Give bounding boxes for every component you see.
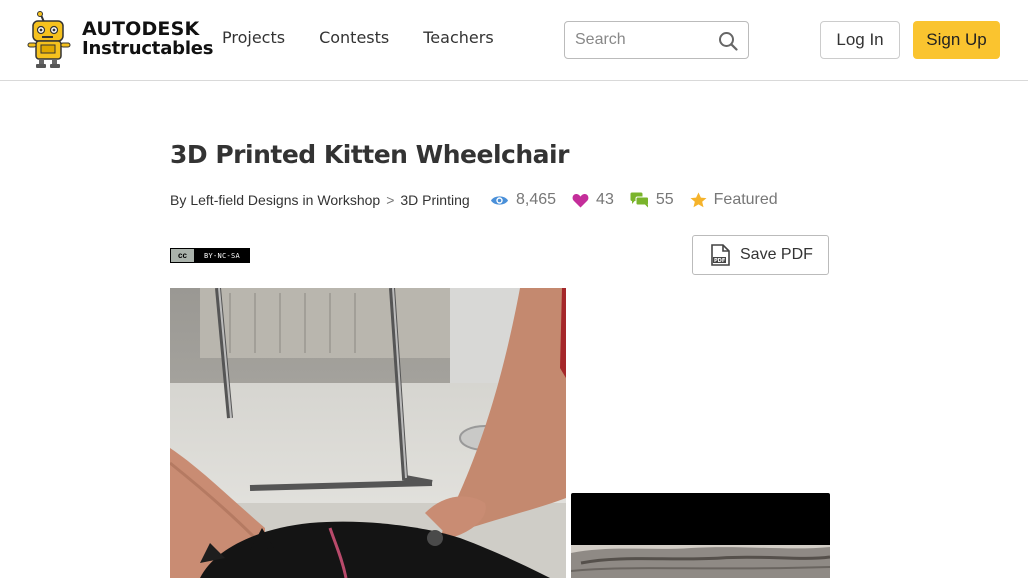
- signup-button[interactable]: Sign Up: [913, 21, 1000, 59]
- nav-contests[interactable]: Contests: [319, 28, 389, 48]
- page-title: 3D Printed Kitten Wheelchair: [170, 140, 569, 169]
- secondary-photo-image: [571, 493, 830, 578]
- license-type: BY-NC-SA: [195, 249, 249, 262]
- main-project-photo[interactable]: [170, 288, 566, 578]
- main-nav: Projects Contests Teachers: [222, 28, 528, 48]
- views-count: 8,465: [516, 191, 557, 208]
- breadcrumb-separator: >: [386, 192, 395, 208]
- featured-stat: Featured: [690, 191, 778, 209]
- pdf-file-icon: PDF: [711, 244, 730, 266]
- featured-label: Featured: [713, 191, 778, 208]
- search-box: [564, 21, 749, 59]
- views-stat: 8,465: [490, 191, 556, 209]
- comment-bubbles-icon: [630, 192, 649, 208]
- logo-line-instructables: Instructables: [82, 37, 214, 59]
- logo-line-autodesk: AUTODESK: [82, 17, 200, 40]
- author-link[interactable]: Left-field Designs: [190, 192, 298, 208]
- secondary-project-photo[interactable]: [571, 493, 830, 578]
- logo-wordmark: AUTODESK Instructables: [82, 17, 214, 59]
- save-pdf-button[interactable]: PDF Save PDF: [692, 235, 829, 275]
- subcategory-link[interactable]: 3D Printing: [400, 192, 469, 208]
- license-badge[interactable]: cc BY-NC-SA: [170, 248, 250, 263]
- search-icon[interactable]: [718, 31, 738, 51]
- byline: By Left-field Designs in Workshop > 3D P…: [170, 190, 470, 210]
- favorites-count: 43: [596, 191, 614, 208]
- byline-in: in: [302, 192, 314, 208]
- heart-icon: [572, 193, 589, 207]
- login-button[interactable]: Log In: [820, 21, 900, 59]
- search-input[interactable]: [575, 30, 715, 50]
- stats-bar: 8,465 43 55 Featured: [490, 189, 794, 211]
- comments-count: 55: [655, 191, 674, 208]
- comments-stat[interactable]: 55: [630, 191, 674, 209]
- svg-text:PDF: PDF: [714, 258, 725, 264]
- byline-by: By: [170, 192, 187, 208]
- nav-teachers[interactable]: Teachers: [423, 28, 493, 48]
- robot-mascot-icon: [27, 11, 71, 68]
- site-header: AUTODESK Instructables Projects Contests…: [0, 0, 1028, 81]
- category-link[interactable]: Workshop: [317, 192, 380, 208]
- kitten-photo-image: [170, 288, 566, 578]
- save-pdf-label: Save PDF: [740, 246, 813, 263]
- star-icon: [690, 192, 707, 208]
- eye-icon: [491, 195, 508, 205]
- nav-projects[interactable]: Projects: [222, 28, 285, 48]
- instructables-logo[interactable]: AUTODESK Instructables: [27, 11, 214, 69]
- favorites-stat[interactable]: 43: [572, 191, 614, 209]
- cc-logo: cc: [171, 249, 195, 262]
